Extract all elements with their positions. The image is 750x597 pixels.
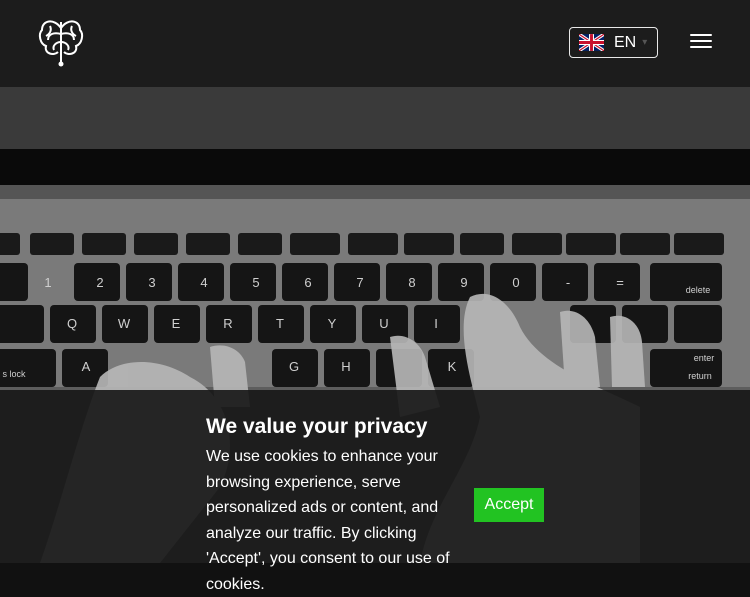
svg-text:E: E bbox=[172, 316, 181, 331]
accept-button[interactable]: Accept bbox=[474, 488, 544, 522]
svg-text:3: 3 bbox=[148, 275, 155, 290]
language-code: EN bbox=[614, 33, 637, 51]
svg-text:=: = bbox=[616, 275, 624, 290]
svg-text:-: - bbox=[566, 275, 570, 290]
svg-text:K: K bbox=[448, 359, 457, 374]
cookie-text: We use cookies to enhance your browsing … bbox=[206, 448, 450, 593]
cookie-banner: We value your privacy We use cookies to … bbox=[0, 390, 750, 593]
svg-text:delete: delete bbox=[686, 285, 711, 295]
svg-text:6: 6 bbox=[304, 275, 311, 290]
svg-text:1: 1 bbox=[44, 275, 51, 290]
svg-text:4: 4 bbox=[200, 275, 207, 290]
svg-text:s lock: s lock bbox=[2, 369, 26, 379]
svg-text:T: T bbox=[276, 316, 284, 331]
svg-text:2: 2 bbox=[96, 275, 103, 290]
svg-text:U: U bbox=[379, 316, 388, 331]
language-selector[interactable]: EN ▾ bbox=[569, 27, 658, 58]
svg-text:A: A bbox=[82, 359, 91, 374]
svg-text:8: 8 bbox=[408, 275, 415, 290]
svg-text:I: I bbox=[434, 316, 438, 331]
svg-text:0: 0 bbox=[512, 275, 519, 290]
svg-text:R: R bbox=[223, 316, 232, 331]
uk-flag-icon bbox=[579, 34, 604, 51]
svg-text:9: 9 bbox=[460, 275, 467, 290]
chevron-down-icon: ▾ bbox=[642, 37, 648, 48]
svg-text:7: 7 bbox=[356, 275, 363, 290]
brain-tree-logo[interactable] bbox=[36, 14, 86, 68]
svg-text:enter: enter bbox=[694, 353, 715, 363]
svg-text:G: G bbox=[289, 359, 299, 374]
svg-text:Q: Q bbox=[67, 316, 77, 331]
site-header: EN ▾ bbox=[0, 0, 750, 87]
cookie-title: We value your privacy bbox=[206, 415, 428, 438]
svg-text:W: W bbox=[118, 316, 131, 331]
svg-text:return: return bbox=[688, 371, 712, 381]
hamburger-menu-icon[interactable] bbox=[690, 34, 712, 52]
svg-text:H: H bbox=[341, 359, 350, 374]
svg-text:Y: Y bbox=[328, 316, 337, 331]
svg-text:5: 5 bbox=[252, 275, 259, 290]
